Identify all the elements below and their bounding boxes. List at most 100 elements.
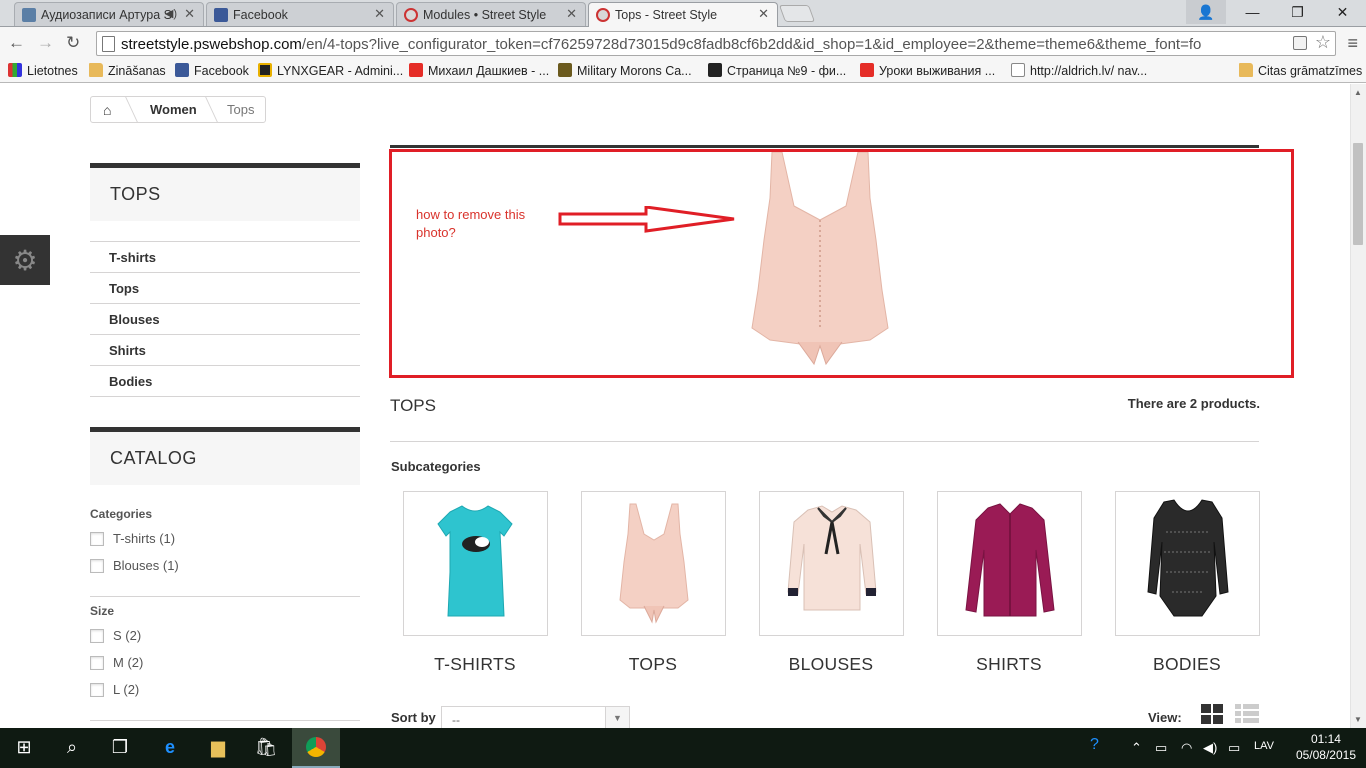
forward-icon[interactable]: → [37,33,54,53]
sort-value: -- [452,713,460,727]
bookmark-folder[interactable]: Zināšanas [89,63,166,78]
vk-icon [22,8,36,22]
sidebar-item-shirts[interactable]: Shirts [90,335,360,366]
sidebar-category-list: T-shirts Tops Blouses Shirts Bodies [90,241,360,397]
sidebar-item-bodies[interactable]: Bodies [90,366,360,397]
store-icon[interactable]: 🛍 [242,728,290,768]
filter-checkbox-size-l[interactable]: L (2) [90,682,139,697]
subcategory-tshirts-image[interactable] [403,491,548,636]
prestashop-icon [404,8,418,22]
bookmark-aldrich[interactable]: http://aldrich.lv/ nav... [1011,63,1147,78]
scroll-up-icon[interactable]: ▲ [1354,88,1362,97]
chrome-icon[interactable] [292,728,340,768]
reload-icon[interactable]: ↻ [66,33,80,53]
bookmark-apps[interactable]: Lietotnes [8,63,78,78]
list-view-icon[interactable] [1235,704,1259,724]
bookmark-youtube-1[interactable]: Михаил Дашкиев - ... [409,63,549,78]
page-icon [102,36,115,52]
subcategory-label-tshirts[interactable]: T-SHIRTS [386,654,564,675]
divider [90,720,360,721]
page-icon [1011,63,1025,77]
chevron-up-icon[interactable]: ⌃ [1131,740,1142,756]
translate-icon[interactable] [1293,36,1307,50]
browser-tab-strip: Аудиозаписи Артура S ◀) ✕ Facebook ✕ Mod… [0,0,1366,27]
grid-view-icon[interactable] [1201,704,1223,724]
language-indicator[interactable]: LAV [1254,740,1274,752]
chevron-down-icon[interactable]: ▼ [605,707,629,728]
sidebar-item-tshirts[interactable]: T-shirts [90,242,360,273]
bookmark-military[interactable]: Military Morons Ca... [558,63,692,78]
sidebar-item-tops[interactable]: Tops [90,273,360,304]
menu-icon[interactable]: ≡ [1347,33,1358,54]
speaker-icon: ◀) [164,8,177,20]
filter-checkbox-size-s[interactable]: S (2) [90,628,141,643]
checkbox[interactable] [90,656,104,670]
subcategory-label-bodies[interactable]: BODIES [1098,654,1276,675]
tab-modules[interactable]: Modules • Street Style ✕ [396,2,586,26]
close-icon[interactable]: ✕ [566,6,577,22]
breadcrumb-tops: Tops [227,102,255,117]
sidebar-item-blouses[interactable]: Blouses [90,304,360,335]
back-icon[interactable]: ← [8,33,25,53]
bookmarks-bar: Lietotnes Zināšanas Facebook LYNXGEAR - … [0,59,1366,83]
youtube-icon [409,63,423,77]
tab-label: Аудиозаписи Артура S [41,8,172,22]
subcategory-bodies-image[interactable] [1115,491,1260,636]
windows-start-icon[interactable]: ⊞ [0,728,48,768]
filter-checkbox-tshirts[interactable]: T-shirts (1) [90,531,175,546]
tab-tops[interactable]: Tops - Street Style ✕ [588,2,778,27]
file-explorer-icon[interactable]: ▆ [194,728,242,768]
home-icon[interactable]: ⌂ [103,102,111,118]
breadcrumb-separator [205,97,218,122]
subcategory-label-shirts[interactable]: SHIRTS [920,654,1098,675]
scroll-down-icon[interactable]: ▼ [1354,715,1362,724]
subcategory-label-blouses[interactable]: BLOUSES [742,654,920,675]
bookmark-other-folder[interactable]: Citas grāmatzīmes [1239,63,1362,78]
wifi-icon[interactable]: ◠ [1181,740,1192,756]
checkbox[interactable] [90,629,104,643]
subcategory-blouses-image[interactable] [759,491,904,636]
close-icon[interactable]: ✕ [374,6,385,22]
bookmark-lynxgear[interactable]: LYNXGEAR - Admini... [258,63,403,78]
product-count: There are 2 products. [1127,396,1260,411]
browser-toolbar: ← → ↻ streetstyle.pswebshop.com/en/4-top… [0,26,1366,59]
restore-button[interactable]: ❐ [1275,0,1320,24]
address-bar[interactable]: streetstyle.pswebshop.com/en/4-tops?live… [96,31,1336,56]
search-icon[interactable]: ⌕ [48,728,96,768]
scrollbar-thumb[interactable] [1353,143,1363,245]
minimize-button[interactable]: — [1230,0,1275,24]
filter-checkbox-size-m[interactable]: M (2) [90,655,143,670]
edge-icon[interactable]: e [146,728,194,768]
checkbox[interactable] [90,559,104,573]
new-tab-button[interactable] [778,5,816,22]
page-title: TOPS [390,396,436,415]
close-window-button[interactable]: ✕ [1320,0,1365,24]
task-view-icon[interactable]: ❐ [96,728,144,768]
bookmark-facebook[interactable]: Facebook [175,63,249,78]
subcategory-label-tops[interactable]: TOPS [564,654,742,675]
checkbox[interactable] [90,683,104,697]
user-icon[interactable]: 👤 [1186,0,1226,24]
bookmark-youtube-2[interactable]: Уроки выживания ... [860,63,995,78]
checkbox[interactable] [90,532,104,546]
close-icon[interactable]: ✕ [758,6,769,22]
tab-audio[interactable]: Аудиозаписи Артура S ◀) ✕ [14,2,204,26]
subcategory-shirts-image[interactable] [937,491,1082,636]
battery-icon[interactable]: ▭ [1155,740,1167,756]
bookmark-page9[interactable]: Страница №9 - фи... [708,63,846,78]
close-icon[interactable]: ✕ [184,6,195,22]
gear-icon[interactable]: ⚙ [0,235,50,285]
tab-facebook[interactable]: Facebook ✕ [206,2,394,26]
volume-icon[interactable]: ◀) [1203,740,1217,756]
filter-size-label: Size [90,604,115,618]
tab-label: Modules • Street Style [423,8,547,22]
bookmark-star-icon[interactable]: ☆ [1315,32,1331,53]
message-icon[interactable]: ▭ [1228,740,1240,756]
subcategory-tops-image[interactable] [581,491,726,636]
clock[interactable]: 01:14 05/08/2015 [1296,731,1356,763]
breadcrumb-women[interactable]: Women [150,102,197,117]
help-icon[interactable]: ? [1090,736,1099,754]
sort-select[interactable]: -- ▼ [441,706,630,728]
filter-checkbox-blouses[interactable]: Blouses (1) [90,558,179,573]
taskbar: ⊞ ⌕ ❐ e ▆ 🛍 ? ⌃ ▭ ◠ ◀) ▭ LAV 01:14 05/08… [0,728,1366,768]
